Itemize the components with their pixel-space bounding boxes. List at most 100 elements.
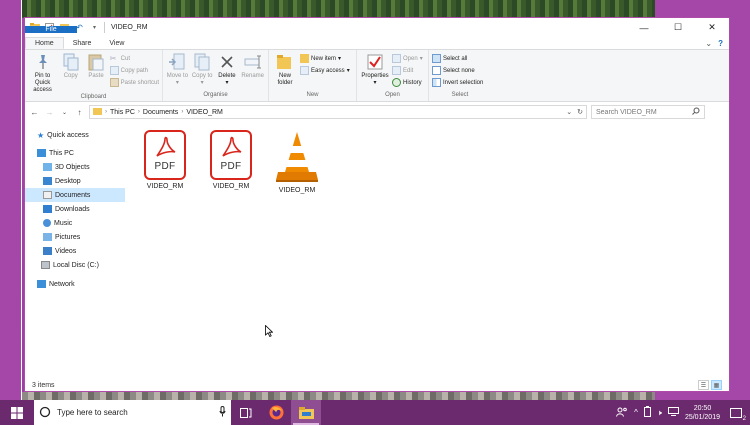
tab-view[interactable]: View [100,37,133,49]
taskbar-search[interactable]: Type here to search [34,400,231,425]
select-none-button[interactable]: Select none [432,65,483,76]
nav-item-this-pc[interactable]: This PC [25,146,125,160]
details-view-icon[interactable]: ☰ [698,380,709,390]
clipboard-group: Pin to Quick access Copy Paste ✂ Cut Cop… [25,50,163,101]
back-button[interactable]: ← [29,108,40,117]
address-dropdown-icon[interactable]: ⌄ [566,108,572,116]
copy-button[interactable]: Copy [59,52,82,94]
paste-button[interactable]: Paste [84,52,107,94]
easy-access-button[interactable]: Easy access ▾ [300,65,350,76]
firefox-taskbar-button[interactable] [261,400,291,425]
rename-button[interactable]: Rename [240,52,265,92]
battery-icon[interactable] [643,406,651,419]
new-folder-label: New folder [277,73,293,86]
nav-item-documents[interactable]: Documents [25,188,125,202]
pin-quick-access-button[interactable]: Pin to Quick access [28,52,57,94]
nav-item-3d-objects[interactable]: 3D Objects [25,160,125,174]
crumb-separator[interactable]: › [138,109,140,115]
move-to-label: Move to [166,73,189,79]
tab-file[interactable]: File [25,26,77,33]
delete-button[interactable]: Delete ▾ [216,52,239,92]
nav-item-downloads[interactable]: Downloads [25,202,125,216]
nav-label: Videos [55,247,77,255]
action-center-button[interactable]: 2 [726,400,746,425]
select-small-buttons: Select all Select none Invert selection [432,52,483,92]
collapse-ribbon-icon[interactable]: ⌄ [705,39,712,48]
notification-icon: 2 [730,407,746,422]
new-group: New folder New item ▾ Easy access ▾ New [269,50,357,101]
file-item[interactable]: PDF VIDEO_RM [139,130,191,190]
invert-selection-button[interactable]: Invert selection [432,77,483,88]
clock[interactable]: 20:50 25/01/2019 [685,404,720,422]
nav-item-local-disc[interactable]: Local Disc (C:) [25,258,125,272]
file-explorer-taskbar-button[interactable] [291,400,321,425]
title-divider [104,22,105,33]
crumb-documents[interactable]: Documents [143,109,178,116]
cut-button[interactable]: ✂ Cut [110,53,159,64]
large-icons-view-icon[interactable]: ▦ [711,380,722,390]
nav-item-desktop[interactable]: Desktop [25,174,125,188]
downloads-icon [43,205,52,213]
volume-icon[interactable]: 🕨 [657,408,662,418]
firefox-icon [269,405,283,420]
customize-toolbar-icon[interactable]: ▾ [89,22,100,33]
display-icon[interactable] [667,407,679,418]
new-folder-button[interactable]: New folder [272,52,298,92]
open-button[interactable]: Open ▾ [392,53,423,64]
task-view-button[interactable] [231,400,261,425]
file-list[interactable]: PDF VIDEO_RM PDF VIDEO_RM VIDEO_RM [125,122,729,372]
close-button[interactable]: ✕ [695,18,729,37]
nav-item-music[interactable]: Music [25,216,125,230]
select-all-icon [432,54,441,63]
address-bar[interactable]: › This PC › Documents › VIDEO_RM ⌄ ↻ [89,105,587,119]
open-small-buttons: Open ▾ Edit History [392,52,423,92]
tab-home[interactable]: Home [25,37,64,49]
select-group-label: Select [451,92,469,98]
file-item[interactable]: VIDEO_RM [271,130,323,194]
start-button[interactable] [0,400,34,425]
copy-to-dropdown-icon: ▾ [200,80,204,86]
window-controls: — ☐ ✕ [627,18,729,37]
move-to-button[interactable]: Move to ▾ [166,52,189,92]
tab-share[interactable]: Share [64,37,101,49]
help-icon[interactable]: ? [718,39,723,48]
file-item[interactable]: PDF VIDEO_RM [205,130,257,190]
delete-x-icon [217,52,237,72]
copy-path-button[interactable]: Copy path [109,65,159,76]
nav-item-quick-access[interactable]: ★ Quick access [25,128,125,142]
up-button[interactable]: ↑ [74,108,85,117]
select-all-button[interactable]: Select all [432,53,483,64]
refresh-icon[interactable]: ↻ [577,108,583,116]
copy-to-button[interactable]: Copy to ▾ [191,52,214,92]
file-explorer-icon [298,406,314,419]
rename-label: Rename [241,73,265,79]
title-bar[interactable]: ↶ ▾ VIDEO_RM — ☐ ✕ [25,18,729,37]
nav-label: Local Disc (C:) [53,261,99,269]
crumb-video-rm[interactable]: VIDEO_RM [186,109,223,116]
people-icon[interactable] [616,407,628,419]
status-bar: 3 items ☰ ▦ [25,378,729,392]
nav-item-pictures[interactable]: Pictures [25,230,125,244]
paste-shortcut-button[interactable]: Paste shortcut [109,77,159,88]
nav-item-videos[interactable]: Videos [25,244,125,258]
recent-locations-button[interactable]: ⌄ [59,109,70,116]
minimize-button[interactable]: — [627,18,661,37]
microphone-icon[interactable] [219,406,226,419]
forward-button[interactable]: → [44,108,55,117]
nav-item-network[interactable]: Network [25,277,125,291]
crumb-separator[interactable]: › [105,109,107,115]
history-button[interactable]: History [392,77,423,88]
open-group-label: Open [385,92,400,98]
search-box[interactable]: Search VIDEO_RM [591,105,705,119]
crumb-this-pc[interactable]: This PC [110,109,135,116]
crumb-separator[interactable]: › [181,109,183,115]
file-name: VIDEO_RM [212,183,250,190]
properties-button[interactable]: Properties ▾ [360,52,390,92]
move-to-icon [167,52,187,72]
maximize-button[interactable]: ☐ [661,18,695,37]
new-item-button[interactable]: New item ▾ [300,53,350,64]
show-hidden-icons-icon[interactable]: ^ [634,408,638,417]
taskbar: Type here to search ^ 🕨 20:50 25/01/2019… [0,400,750,425]
edit-button[interactable]: Edit [392,65,423,76]
new-item-dropdown-icon: ▾ [338,56,342,62]
